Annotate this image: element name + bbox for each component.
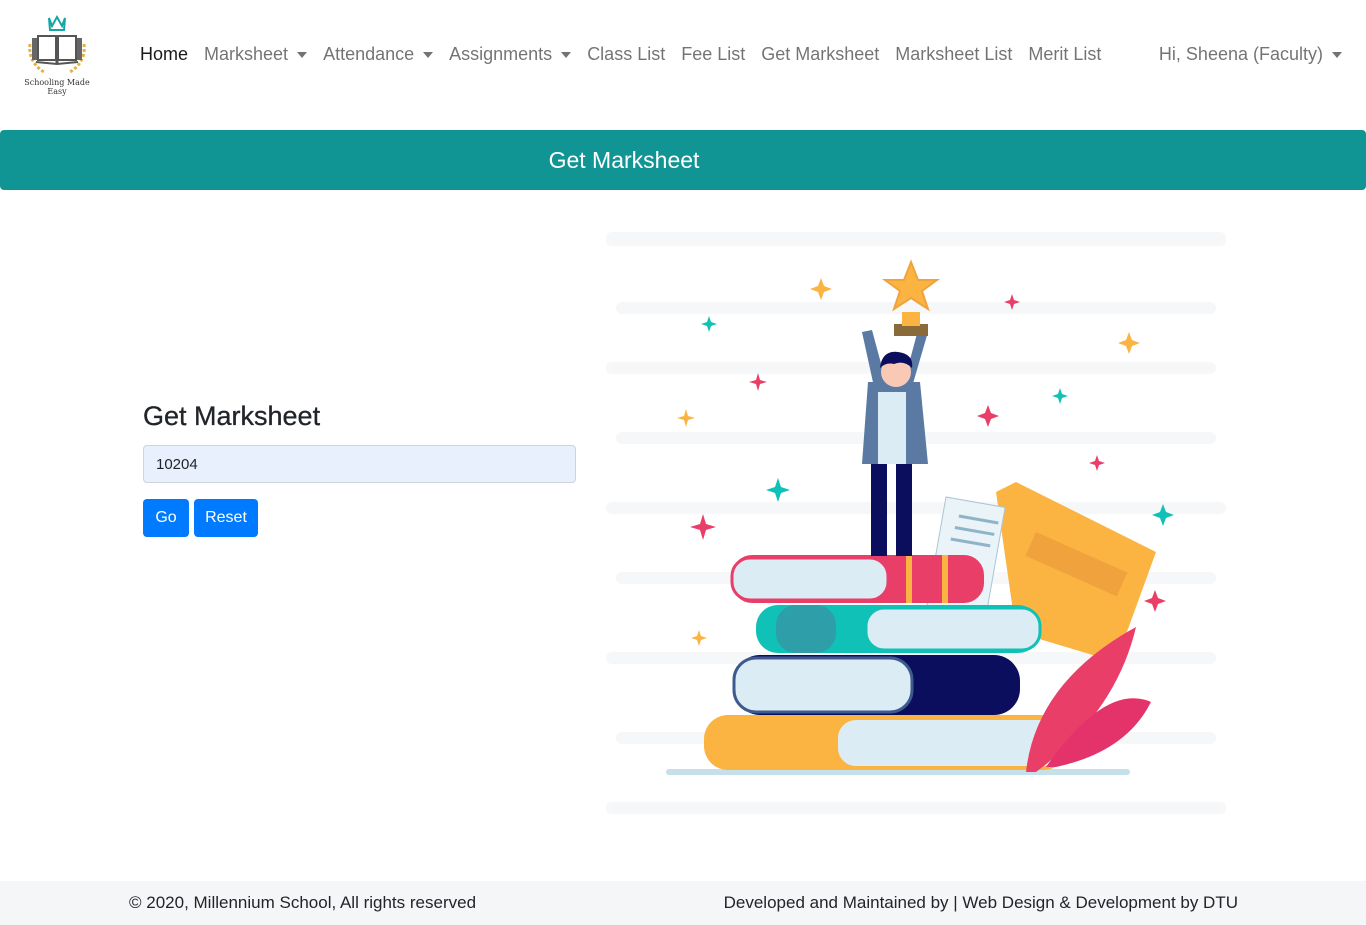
nav-attendance[interactable]: Attendance xyxy=(315,44,441,65)
nav-marksheet-label: Marksheet xyxy=(204,43,289,64)
page-banner: Get Marksheet xyxy=(0,130,1366,190)
go-button[interactable]: Go xyxy=(143,499,189,537)
nav-merit-list-label: Merit List xyxy=(1028,43,1102,64)
nav-assignments[interactable]: Assignments xyxy=(441,44,579,65)
logo-tagline: Schooling Made Easy xyxy=(24,78,90,96)
nav-class-list[interactable]: Class List xyxy=(579,44,673,65)
get-marksheet-form: Get Marksheet Go Reset xyxy=(143,398,576,537)
page-footer: © 2020, Millennium School, All rights re… xyxy=(0,881,1366,925)
nav-assignments-label: Assignments xyxy=(449,43,553,64)
student-trophy-illustration xyxy=(606,212,1236,832)
nav-marksheet-list-label: Marksheet List xyxy=(895,43,1013,64)
nav-get-marksheet-label: Get Marksheet xyxy=(761,43,880,64)
developer-credit: Developed and Maintained by | Web Design… xyxy=(723,893,1238,912)
user-menu[interactable]: Hi, Sheena (Faculty) xyxy=(1159,38,1342,70)
reset-button[interactable]: Reset xyxy=(194,499,258,537)
top-navbar: Schooling Made Easy Home Marksheet Atten… xyxy=(0,0,1366,108)
main-nav: Home Marksheet Attendance Assignments Cl… xyxy=(132,38,1109,70)
open-book-crown-icon xyxy=(28,14,86,74)
roll-number-input[interactable] xyxy=(143,445,576,483)
nav-home-label: Home xyxy=(140,43,189,64)
user-greeting: Hi, Sheena (Faculty) xyxy=(1158,43,1323,64)
nav-class-list-label: Class List xyxy=(587,43,666,64)
nav-marksheet-list[interactable]: Marksheet List xyxy=(887,44,1020,65)
nav-marksheet[interactable]: Marksheet xyxy=(196,44,315,65)
caret-down-icon xyxy=(561,52,572,58)
page-title: Get Marksheet xyxy=(548,147,700,173)
caret-down-icon xyxy=(297,52,308,58)
caret-down-icon xyxy=(1332,52,1342,58)
nav-fee-list-label: Fee List xyxy=(681,43,746,64)
nav-attendance-label: Attendance xyxy=(323,43,415,64)
caret-down-icon xyxy=(423,52,434,58)
copyright-text: © 2020, Millennium School, All rights re… xyxy=(129,893,477,912)
nav-merit-list[interactable]: Merit List xyxy=(1020,44,1109,65)
school-logo[interactable]: Schooling Made Easy xyxy=(14,14,100,96)
nav-home[interactable]: Home xyxy=(132,44,196,65)
nav-get-marksheet[interactable]: Get Marksheet xyxy=(753,44,887,65)
nav-fee-list[interactable]: Fee List xyxy=(673,44,753,65)
form-heading: Get Marksheet xyxy=(143,401,321,431)
